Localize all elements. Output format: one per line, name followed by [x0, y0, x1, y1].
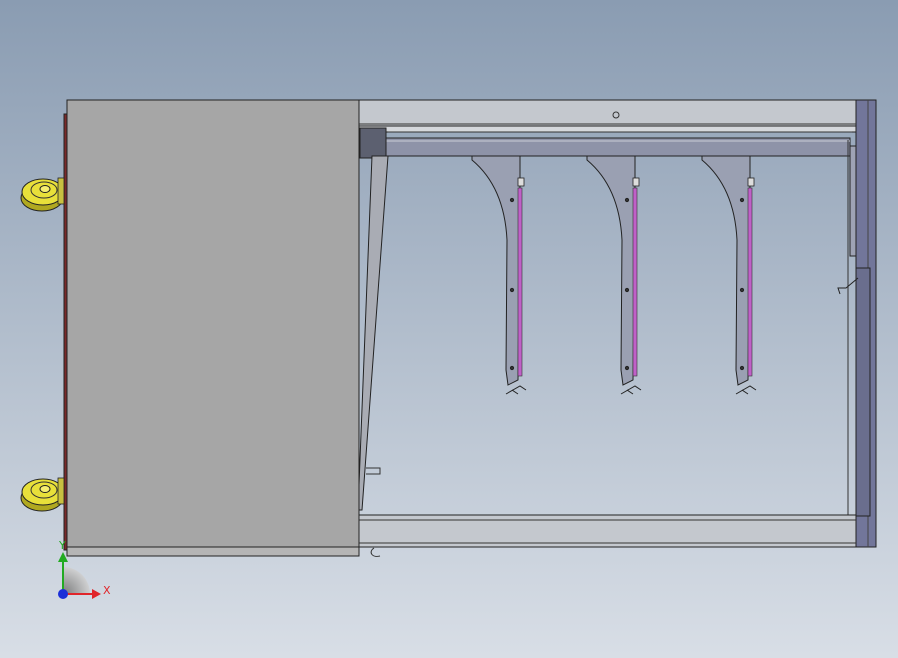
- caster-hub: [39, 485, 51, 493]
- bracket-strip: [747, 187, 753, 377]
- bracket-clip: [747, 177, 755, 187]
- bracket-bolt: [509, 197, 515, 203]
- cad-viewport[interactable]: X Y: [0, 0, 898, 658]
- caster-hub: [39, 185, 51, 193]
- top-rail: [357, 99, 857, 127]
- bracket-clip: [632, 177, 640, 187]
- right-inner-post: [849, 145, 857, 257]
- bracket-bolt: [624, 197, 630, 203]
- triad-origin: [58, 589, 68, 599]
- bracket-bolt: [739, 365, 745, 371]
- triad-x-label: X: [103, 584, 111, 597]
- bracket-strip: [517, 187, 523, 377]
- bracket-clip: [517, 177, 525, 187]
- caster-mount: [57, 477, 65, 505]
- bracket-strip: [632, 187, 638, 377]
- bracket-bolt: [509, 287, 515, 293]
- bracket-bolt: [739, 197, 745, 203]
- top-rail-lip: [357, 125, 857, 133]
- door-panel[interactable]: [66, 99, 360, 550]
- caster-top: [20, 177, 65, 212]
- inner-left-frame: [359, 127, 387, 159]
- triad-y-label: Y: [58, 539, 66, 552]
- bracket-bolt: [739, 287, 745, 293]
- bracket-bolt: [624, 287, 630, 293]
- caster-bottom: [20, 477, 65, 512]
- right-side-lower-block: [855, 267, 871, 517]
- caster-mount: [57, 177, 65, 205]
- bracket-bolt: [509, 365, 515, 371]
- door-bottom-strip: [66, 546, 360, 557]
- bracket-bolt: [624, 365, 630, 371]
